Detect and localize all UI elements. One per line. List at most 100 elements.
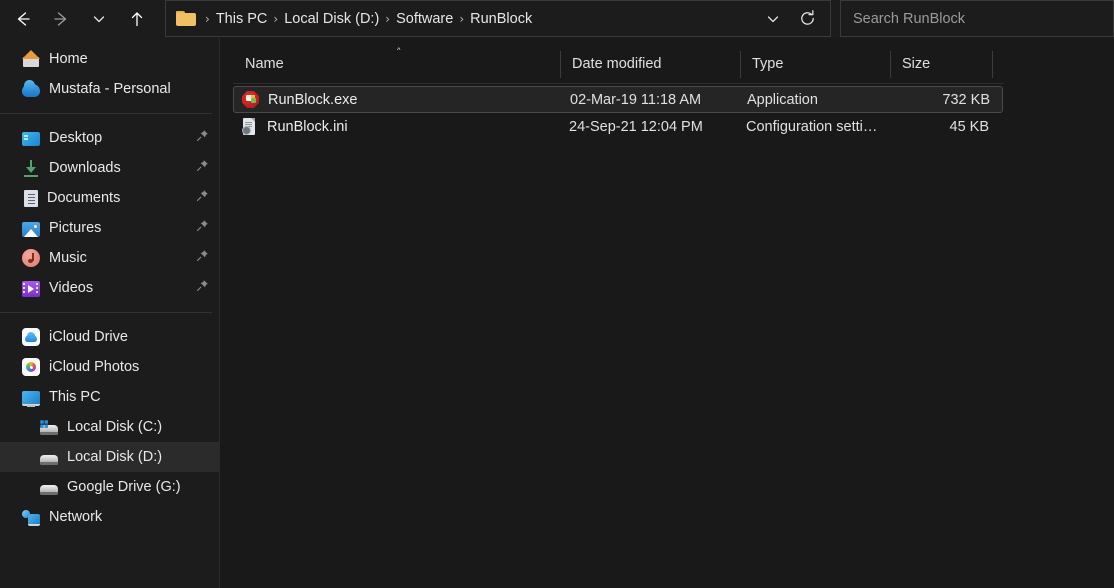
breadcrumb-item-this-pc[interactable]: This PC [216,11,268,27]
sidebar-item-documents[interactable]: Documents [0,183,219,213]
pin-icon[interactable] [196,279,209,297]
downloads-icon [22,159,40,177]
pictures-icon [22,222,40,237]
sidebar-item-music[interactable]: Music [0,243,219,273]
sidebar-item-mustafa-personal[interactable]: Mustafa - Personal [0,74,219,104]
sidebar-item-local-disk-d[interactable]: Local Disk (D:) [0,442,219,472]
sidebar-item-label: Desktop [49,130,102,146]
sidebar-item-icloud-photos[interactable]: iCloud Photos [0,352,219,382]
network-icon [22,510,40,526]
sidebar-item-downloads[interactable]: Downloads [0,153,219,183]
file-date-cell: 02-Mar-19 11:18 AM [570,92,701,108]
icloud-photos-icon [22,358,40,376]
breadcrumb-separator: › [199,13,216,25]
breadcrumb-separator: › [379,13,396,25]
header-underline [233,83,1004,84]
home-icon [22,50,40,68]
file-size-cell: 45 KB [849,119,989,135]
file-size-cell: 732 KB [850,92,990,108]
pin-icon[interactable] [196,249,209,267]
sidebar-item-label: Network [49,509,102,525]
sidebar-item-label: Google Drive (G:) [67,479,181,495]
sidebar-item-label: Videos [49,280,93,296]
search-box[interactable]: Search RunBlock [840,0,1114,37]
column-header-label: Name [245,56,284,72]
sidebar-item-label: Downloads [49,160,121,176]
documents-icon [24,190,38,207]
forward-button[interactable] [42,3,80,35]
arrow-right-icon [51,9,71,29]
sidebar-item-label: iCloud Photos [49,359,139,375]
folder-icon [176,10,196,27]
column-headers: ˄ Name Date modified Type Size [221,45,1114,83]
sidebar-item-label: Home [49,51,88,67]
pin-icon[interactable] [196,219,209,237]
arrow-up-icon [127,9,147,29]
runblock-exe-icon [242,91,259,108]
ini-file-icon [241,118,258,135]
file-rows: RunBlock.exe 02-Mar-19 11:18 AM Applicat… [233,86,1003,140]
up-button[interactable] [118,3,156,35]
sidebar-item-label: Pictures [49,220,101,236]
breadcrumb-item-runblock[interactable]: RunBlock [470,11,532,27]
address-bar[interactable]: › This PC › Local Disk (D:) › Software ›… [165,0,831,37]
sidebar-item-this-pc[interactable]: This PC [0,382,219,412]
navigation-pane[interactable]: Home Mustafa - Personal Desktop Download… [0,38,220,588]
refresh-button[interactable] [790,3,824,34]
sidebar-item-label: Music [49,250,87,266]
column-header-label: Date modified [572,56,661,72]
icloud-drive-icon [22,328,40,346]
file-name-label: RunBlock.ini [267,119,348,135]
desktop-icon [22,132,40,146]
pin-icon[interactable] [196,159,209,177]
sidebar-item-google-drive-g[interactable]: Google Drive (G:) [0,472,219,502]
recent-locations-button[interactable] [80,3,118,35]
music-icon [22,249,40,267]
breadcrumb-item-software[interactable]: Software [396,11,453,27]
pin-icon[interactable] [196,189,209,207]
chevron-down-icon [764,10,782,28]
file-date-cell: 24-Sep-21 12:04 PM [569,119,703,135]
search-input-placeholder[interactable]: Search RunBlock [853,11,965,27]
column-header-date-modified[interactable]: Date modified [560,45,740,83]
column-header-size[interactable]: Size [890,45,992,83]
sidebar-item-pictures[interactable]: Pictures [0,213,219,243]
sidebar-item-label: Mustafa - Personal [49,81,171,97]
file-name-label: RunBlock.exe [268,92,357,108]
this-pc-icon [22,391,40,406]
breadcrumb-separator: › [267,13,284,25]
file-list-pane[interactable]: ˄ Name Date modified Type Size [221,38,1114,588]
breadcrumb-item-local-disk-d[interactable]: Local Disk (D:) [284,11,379,27]
back-button[interactable] [4,3,42,35]
sidebar-item-icloud-drive[interactable]: iCloud Drive [0,322,219,352]
arrow-left-icon [13,9,33,29]
sidebar-item-label: Documents [47,190,120,206]
file-name-cell: RunBlock.ini [241,118,348,135]
sidebar-item-label: Local Disk (C:) [67,419,162,435]
sidebar-item-network[interactable]: Network [0,502,219,532]
sidebar-item-local-disk-c[interactable]: Local Disk (C:) [0,412,219,442]
table-row[interactable]: RunBlock.ini 24-Sep-21 12:04 PM Configur… [233,113,1003,140]
sidebar-item-home[interactable]: Home [0,44,219,74]
sidebar-item-videos[interactable]: Videos [0,273,219,303]
onedrive-cloud-icon [22,84,40,97]
sidebar-item-desktop[interactable]: Desktop [0,123,219,153]
address-dropdown-button[interactable] [756,3,790,34]
column-header-name[interactable]: Name [233,45,560,83]
table-row[interactable]: RunBlock.exe 02-Mar-19 11:18 AM Applicat… [233,86,1003,113]
refresh-icon [798,9,817,28]
column-header-label: Size [902,56,930,72]
file-type-cell: Application [747,92,818,108]
sidebar-item-label: This PC [49,389,101,405]
file-explorer-window: › This PC › Local Disk (D:) › Software ›… [0,0,1114,588]
sidebar-divider [0,113,212,114]
column-header-type[interactable]: Type [740,45,890,83]
drive-icon [40,455,58,465]
windows-drive-icon [40,425,58,435]
column-divider[interactable] [992,51,993,78]
sidebar-item-label: iCloud Drive [49,329,128,345]
toolbar: › This PC › Local Disk (D:) › Software ›… [0,0,1114,38]
pin-icon[interactable] [196,129,209,147]
videos-icon [22,281,40,297]
sidebar-item-label: Local Disk (D:) [67,449,162,465]
